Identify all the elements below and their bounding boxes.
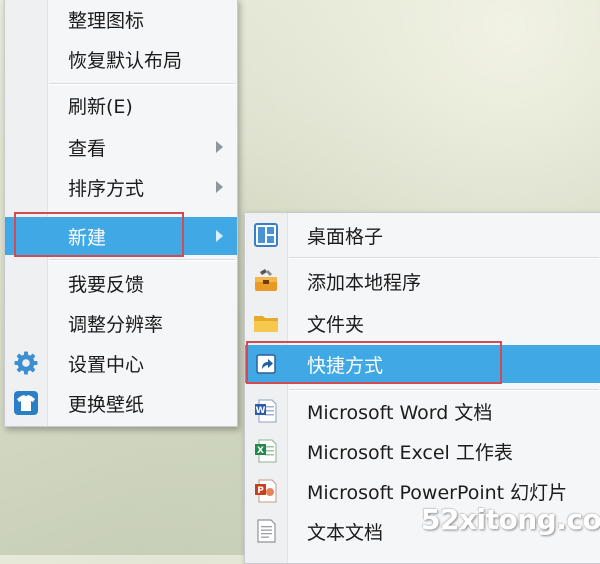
menu-separator bbox=[289, 257, 599, 259]
menu-item-settings-center[interactable]: 设置中心 bbox=[5, 345, 237, 381]
svg-text:X: X bbox=[257, 446, 264, 456]
submenu-arrow-icon bbox=[216, 230, 223, 242]
toolbox-icon bbox=[253, 268, 279, 294]
menu-separator bbox=[289, 389, 599, 391]
menu-item-sort-by[interactable]: 排序方式 bbox=[5, 169, 237, 205]
menu-item-adjust-resolution[interactable]: 调整分辨率 bbox=[5, 305, 237, 341]
menu-item-arrange-icons[interactable]: 整理图标 bbox=[5, 1, 237, 37]
submenu-arrow-icon bbox=[216, 141, 223, 153]
menu-item-refresh[interactable]: 刷新(E) bbox=[5, 87, 237, 123]
menu-item-view[interactable]: 查看 bbox=[5, 129, 237, 165]
submenu-item-label: 快捷方式 bbox=[307, 354, 384, 377]
submenu-item-desktop-grid[interactable]: 桌面格子 bbox=[245, 217, 600, 253]
menu-item-label: 恢复默认布局 bbox=[68, 49, 183, 72]
menu-item-change-wallpaper[interactable]: 更换壁纸 bbox=[5, 385, 237, 421]
menu-item-label: 更换壁纸 bbox=[68, 393, 145, 416]
grid-panels-icon bbox=[253, 222, 279, 248]
submenu-item-word-document[interactable]: W Microsoft Word 文档 bbox=[245, 393, 600, 429]
menu-item-feedback[interactable]: 我要反馈 bbox=[5, 265, 237, 301]
submenu-item-label: 文本文档 bbox=[307, 521, 384, 544]
submenu-item-shortcut[interactable]: 快捷方式 bbox=[245, 345, 600, 383]
menu-item-label: 整理图标 bbox=[68, 9, 145, 32]
menu-item-new[interactable]: 新建 bbox=[5, 217, 237, 255]
svg-text:W: W bbox=[256, 406, 266, 416]
submenu-item-label: 桌面格子 bbox=[307, 225, 384, 248]
menu-item-label: 设置中心 bbox=[68, 353, 145, 376]
folder-icon bbox=[253, 310, 279, 336]
menu-item-label: 新建 bbox=[68, 226, 107, 249]
submenu-item-folder[interactable]: 文件夹 bbox=[245, 305, 600, 341]
gear-icon bbox=[13, 350, 39, 376]
menu-separator bbox=[49, 259, 235, 261]
word-document-icon: W bbox=[253, 398, 279, 424]
menu-item-label: 调整分辨率 bbox=[68, 313, 164, 336]
menu-item-label: 排序方式 bbox=[68, 177, 145, 200]
svg-text:P: P bbox=[257, 486, 264, 496]
submenu-item-label: Microsoft PowerPoint 幻灯片 bbox=[307, 481, 568, 504]
tshirt-icon bbox=[13, 390, 39, 416]
watermark-text: 52xitong.com bbox=[421, 503, 600, 536]
submenu-arrow-icon bbox=[216, 181, 223, 193]
menu-separator bbox=[49, 83, 235, 85]
menu-item-restore-default-layout[interactable]: 恢复默认布局 bbox=[5, 41, 237, 77]
menu-item-label: 查看 bbox=[68, 137, 107, 160]
shortcut-arrow-icon bbox=[253, 351, 279, 377]
menu-item-label: 刷新(E) bbox=[68, 95, 133, 118]
submenu-item-label: 添加本地程序 bbox=[307, 271, 422, 294]
excel-sheet-icon: X bbox=[253, 438, 279, 464]
submenu-item-label: Microsoft Excel 工作表 bbox=[307, 441, 513, 464]
text-document-icon bbox=[253, 518, 279, 544]
menu-item-label: 我要反馈 bbox=[68, 273, 145, 296]
submenu-item-excel-sheet[interactable]: X Microsoft Excel 工作表 bbox=[245, 433, 600, 469]
powerpoint-slide-icon: P bbox=[253, 478, 279, 504]
desktop-context-menu: 整理图标 恢复默认布局 刷新(E) 查看 排序方式 新建 我要反馈 调整分辨率 bbox=[4, 0, 238, 427]
submenu-item-add-local-program[interactable]: 添加本地程序 bbox=[245, 263, 600, 299]
submenu-item-label: 文件夹 bbox=[307, 313, 365, 336]
submenu-item-label: Microsoft Word 文档 bbox=[307, 401, 493, 424]
